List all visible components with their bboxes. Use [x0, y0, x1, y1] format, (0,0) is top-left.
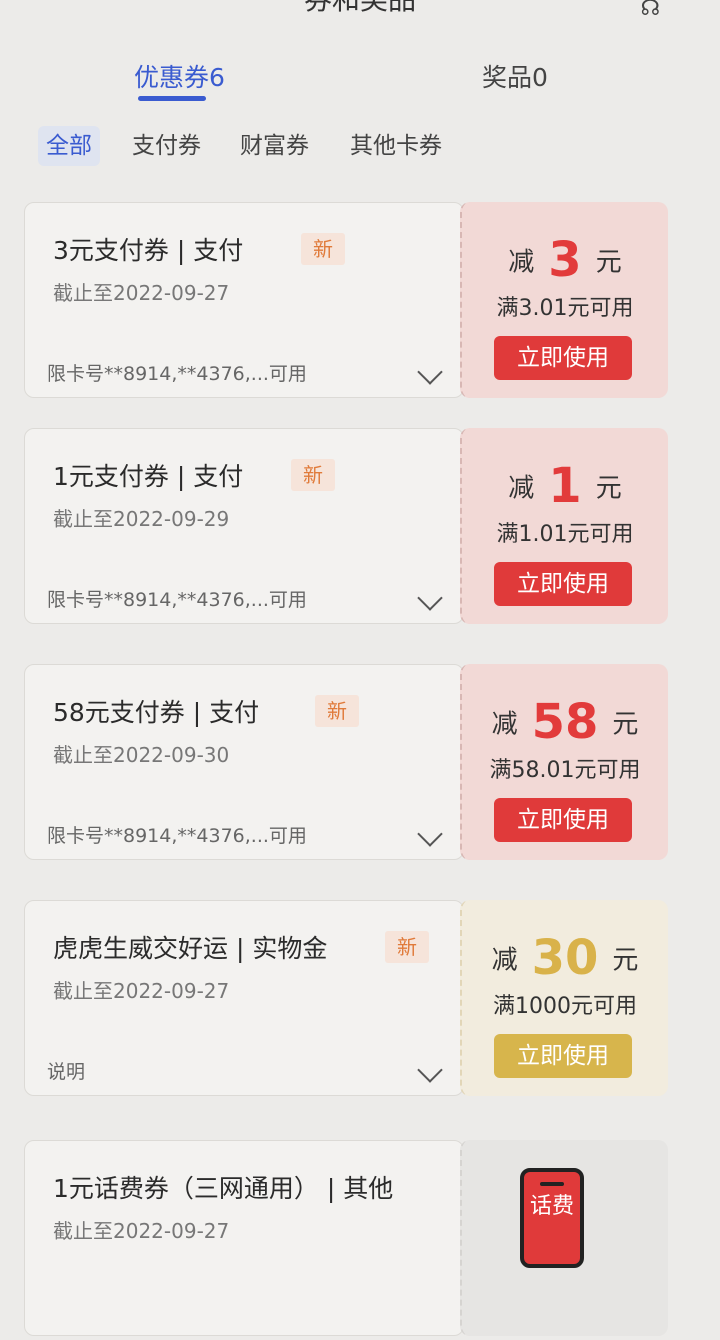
new-badge: 新: [301, 233, 345, 265]
discount-prefix: 减: [508, 247, 535, 278]
tab-coupons[interactable]: 优惠券6: [134, 58, 225, 94]
chevron-down-icon[interactable]: [417, 821, 443, 847]
coupon-value-panel: 减 58 元 满58.01元可用 立即使用: [460, 664, 668, 860]
discount-amount: 30: [531, 930, 599, 986]
coupon-expiry: 截止至2022-09-27: [53, 1219, 230, 1243]
use-now-button[interactable]: 立即使用: [494, 798, 632, 842]
chevron-down-icon[interactable]: [417, 1057, 443, 1083]
use-now-button[interactable]: 立即使用: [494, 1034, 632, 1078]
new-badge: 新: [385, 931, 429, 963]
coupon-limit: 限卡号**8914,**4376,...可用: [47, 363, 307, 385]
tab-bar: 优惠券6 奖品0: [0, 50, 720, 110]
discount-prefix: 减: [491, 709, 518, 740]
discount-unit: 元: [612, 945, 639, 976]
coupon-value-panel: 话费: [460, 1140, 668, 1336]
phone-bill-icon-label: 话费: [529, 1194, 574, 1219]
coupon-card[interactable]: 58元支付券 | 支付 新 截止至2022-09-30 限卡号**8914,**…: [14, 664, 686, 864]
coupon-card[interactable]: 1元支付券 | 支付 新 截止至2022-09-29 限卡号**8914,**4…: [14, 428, 686, 628]
discount-unit: 元: [595, 473, 622, 504]
coupon-info: 1元话费券（三网通用） | 其他 截止至2022-09-27: [24, 1140, 464, 1336]
coupon-info: 58元支付券 | 支付 新 截止至2022-09-30 限卡号**8914,**…: [24, 664, 464, 860]
coupon-name: 1元话费券（三网通用） | 其他: [53, 1174, 394, 1203]
coupon-info: 虎虎生威交好运 | 实物金 新 截止至2022-09-27 说明: [24, 900, 464, 1096]
page-title: 券和奖品: [0, 0, 720, 18]
discount-row: 减 30 元: [462, 930, 668, 986]
discount-row: 减1元: [462, 458, 668, 514]
filter-all[interactable]: 全部: [38, 126, 100, 166]
coupon-value-panel: 减1元 满1.01元可用 立即使用: [460, 428, 668, 624]
coupon-expiry: 截止至2022-09-29: [53, 507, 230, 531]
coupon-limit: 限卡号**8914,**4376,...可用: [47, 825, 307, 847]
coupon-condition: 满1.01元可用: [496, 522, 634, 547]
discount-prefix: 减: [508, 473, 535, 504]
coupon-info: 3元支付券 | 支付 新 截止至2022-09-27 限卡号**8914,**4…: [24, 202, 464, 398]
coupon-limit: 限卡号**8914,**4376,...可用: [47, 589, 307, 611]
top-bar: 券和奖品 ☊: [0, 0, 720, 30]
chevron-down-icon[interactable]: [417, 585, 443, 611]
coupon-name: 3元支付券 | 支付: [53, 236, 244, 265]
use-now-button[interactable]: 立即使用: [494, 562, 632, 606]
coupon-card[interactable]: 虎虎生威交好运 | 实物金 新 截止至2022-09-27 说明 减 30 元 满1…: [14, 900, 686, 1100]
chevron-down-icon[interactable]: [417, 359, 443, 385]
new-badge: 新: [315, 695, 359, 727]
coupon-name: 1元支付券 | 支付: [53, 462, 244, 491]
coupon-value-panel: 减 30 元 满1000元可用 立即使用: [460, 900, 668, 1096]
coupon-expiry: 截止至2022-09-27: [53, 979, 230, 1003]
discount-unit: 元: [612, 709, 639, 740]
coupon-description-link[interactable]: 说明: [47, 1057, 85, 1084]
discount-prefix: 减: [491, 945, 518, 976]
coupon-info: 1元支付券 | 支付 新 截止至2022-09-29 限卡号**8914,**4…: [24, 428, 464, 624]
new-badge: 新: [291, 459, 335, 491]
discount-amount: 1: [548, 458, 582, 514]
filter-bar: 全部 支付券 财富券 其他卡券: [0, 122, 720, 172]
coupon-condition: 满3.01元可用: [496, 296, 634, 321]
coupon-expiry: 截止至2022-09-27: [53, 281, 230, 305]
discount-row: 减3元: [462, 232, 668, 288]
discount-amount: 3: [548, 232, 582, 288]
filter-payment[interactable]: 支付券: [124, 126, 209, 166]
tab-active-indicator: [138, 96, 206, 101]
coupon-card[interactable]: 1元话费券（三网通用） | 其他 截止至2022-09-27 话费: [14, 1140, 686, 1340]
coupon-card[interactable]: 3元支付券 | 支付 新 截止至2022-09-27 限卡号**8914,**4…: [14, 202, 686, 402]
tab-prizes[interactable]: 奖品0: [482, 58, 548, 94]
filter-wealth[interactable]: 财富券: [232, 126, 317, 166]
filter-other[interactable]: 其他卡券: [342, 126, 450, 166]
coupon-name: 58元支付券 | 支付: [53, 698, 260, 727]
phone-bill-icon: 话费: [520, 1168, 584, 1268]
headset-icon[interactable]: ☊: [640, 0, 660, 21]
discount-amount: 58: [531, 694, 599, 750]
coupon-condition: 满1000元可用: [493, 994, 637, 1019]
discount-unit: 元: [595, 247, 622, 278]
use-now-button[interactable]: 立即使用: [494, 336, 632, 380]
coupon-expiry: 截止至2022-09-30: [53, 743, 230, 767]
coupon-value-panel: 减3元 满3.01元可用 立即使用: [460, 202, 668, 398]
discount-row: 减 58 元: [462, 694, 668, 750]
coupon-name: 虎虎生威交好运 | 实物金: [53, 934, 328, 963]
coupon-condition: 满58.01元可用: [489, 758, 641, 783]
